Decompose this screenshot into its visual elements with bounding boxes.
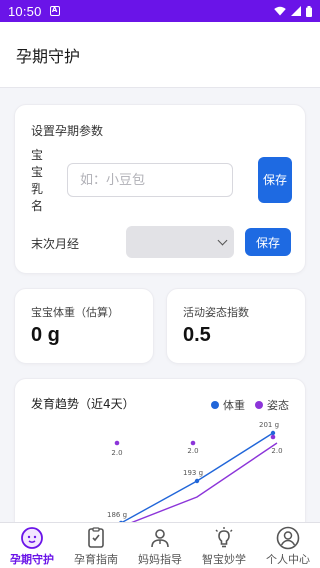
pregnancy-settings-card: 设置孕期参数 宝宝乳名 保存 末次月经 保存 [14, 104, 306, 274]
activity-index-value: 0.5 [183, 324, 211, 346]
last-period-select[interactable] [126, 226, 234, 258]
tab-label: 孕育指南 [74, 553, 118, 566]
tab-profile[interactable]: 个人中心 [256, 523, 320, 568]
tab-label: 个人中心 [266, 553, 310, 566]
tab-pregnancy-guide[interactable]: 孕育指南 [64, 523, 128, 568]
signal-icon [291, 6, 301, 16]
save-baby-name-button[interactable]: 保存 [258, 157, 292, 203]
tab-smart-learning[interactable]: 智宝妙学 [192, 523, 256, 568]
status-time: 10:50 [8, 3, 42, 19]
chevron-down-icon [217, 235, 228, 246]
tab-label: 妈妈指导 [138, 553, 182, 566]
baby-name-input[interactable] [67, 163, 233, 197]
posture-point [114, 440, 120, 446]
lightbulb-icon [212, 526, 236, 550]
wifi-icon [274, 6, 286, 16]
last-period-label: 末次月经 [31, 237, 80, 251]
notification-icon: A [49, 6, 60, 16]
tab-mom-guidance[interactable]: 妈妈指导 [128, 523, 192, 568]
weight-data-label: 193 g [183, 469, 203, 477]
settings-card-title: 设置孕期参数 [31, 124, 104, 138]
activity-index-label: 活动姿态指数 [183, 306, 249, 319]
baby-weight-card: 宝宝体重（估算） 0 g [14, 288, 154, 364]
page-title: 孕期守护 [16, 48, 81, 66]
tab-label: 智宝妙学 [202, 553, 246, 566]
posture-point [270, 434, 276, 440]
app-bar: 孕期守护 [0, 22, 320, 88]
baby-weight-label: 宝宝体重（估算） [31, 306, 119, 319]
weight-data-label: 201 g [259, 421, 279, 429]
weight-point [194, 478, 200, 484]
posture-data-label: 2.0 [271, 447, 282, 455]
weight-data-label: 186 g [107, 511, 127, 519]
posture-data-label: 2.0 [187, 447, 198, 455]
posture-series-line [114, 442, 278, 530]
tab-pregnancy-guard[interactable]: 孕期守护 [0, 523, 64, 568]
baby-name-label: 宝宝乳名 [31, 148, 44, 213]
save-last-period-button[interactable]: 保存 [245, 228, 291, 256]
posture-data-label: 2.0 [111, 449, 122, 457]
posture-point [190, 440, 196, 446]
baby-weight-value: 0 g [31, 324, 60, 346]
tab-label: 孕期守护 [10, 553, 54, 566]
status-bar: 10:50 A [0, 0, 320, 22]
bottom-tab-bar: 孕期守护 孕育指南 妈妈指导 智宝妙学 个人中心 [0, 522, 320, 568]
weight-point [270, 430, 276, 436]
checklist-icon [84, 526, 108, 550]
battery-icon [306, 5, 312, 17]
baby-face-icon [20, 526, 44, 550]
activity-index-card: 活动姿态指数 0.5 [166, 288, 306, 364]
person-icon [276, 526, 300, 550]
doctor-icon [148, 526, 172, 550]
